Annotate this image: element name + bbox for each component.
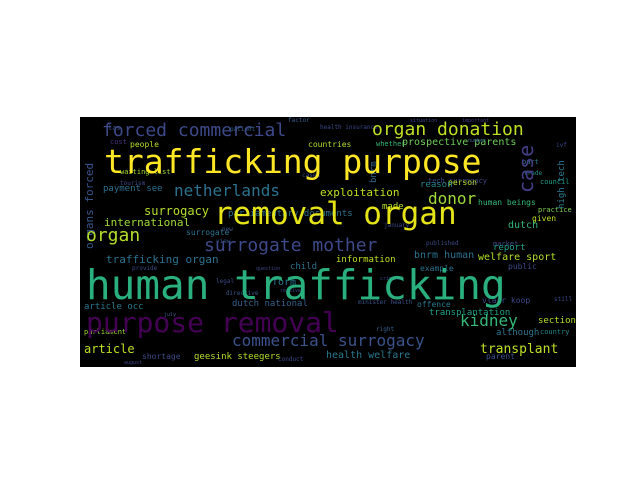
word-cloud-word: published [426, 240, 459, 247]
word-cloud-word: surrogacy [144, 204, 210, 218]
word-cloud-word: ivf [556, 142, 567, 149]
word-cloud-word: given [532, 214, 557, 223]
word-cloud: las cost patient factor health insurance… [80, 117, 576, 367]
word-cloud-word: human trafficking [86, 261, 506, 309]
word-cloud-word: geesink steegers [194, 352, 281, 362]
word-cloud-word: forced commercial [102, 120, 287, 141]
word-cloud-word: conduct [278, 356, 304, 363]
word-cloud-word: section [538, 316, 576, 326]
word-cloud-word: case [514, 144, 538, 193]
word-cloud-word: bnrm human [414, 250, 475, 261]
word-cloud-word: purpose removal [86, 306, 339, 339]
word-cloud-word: report [493, 243, 526, 253]
word-cloud-word: transplant [480, 342, 559, 357]
word-cloud-word: high tech [557, 160, 567, 209]
word-cloud-word: factor [288, 117, 310, 124]
word-cloud-word: organ [86, 225, 141, 246]
word-cloud-word: shortage [142, 352, 181, 361]
word-cloud-word: august [124, 360, 143, 366]
word-cloud-word: trafficking purpose [104, 142, 482, 181]
word-cloud-word: kidney [460, 311, 518, 330]
word-cloud-word: payment see [103, 184, 163, 194]
word-cloud-word: article [84, 342, 135, 356]
word-cloud-word: public [508, 262, 537, 271]
word-cloud-word: removal organ [214, 196, 457, 232]
word-cloud-word: still [554, 296, 573, 303]
word-cloud-word: health welfare [326, 350, 411, 361]
word-cloud-word: human beings [478, 198, 536, 207]
word-cloud-word: health insurance [320, 124, 378, 131]
word-cloud-word: surrogate mother [204, 235, 378, 256]
word-cloud-word: country [540, 328, 570, 336]
word-cloud-word: organ donation [372, 119, 524, 140]
word-cloud-word: although [496, 328, 540, 338]
